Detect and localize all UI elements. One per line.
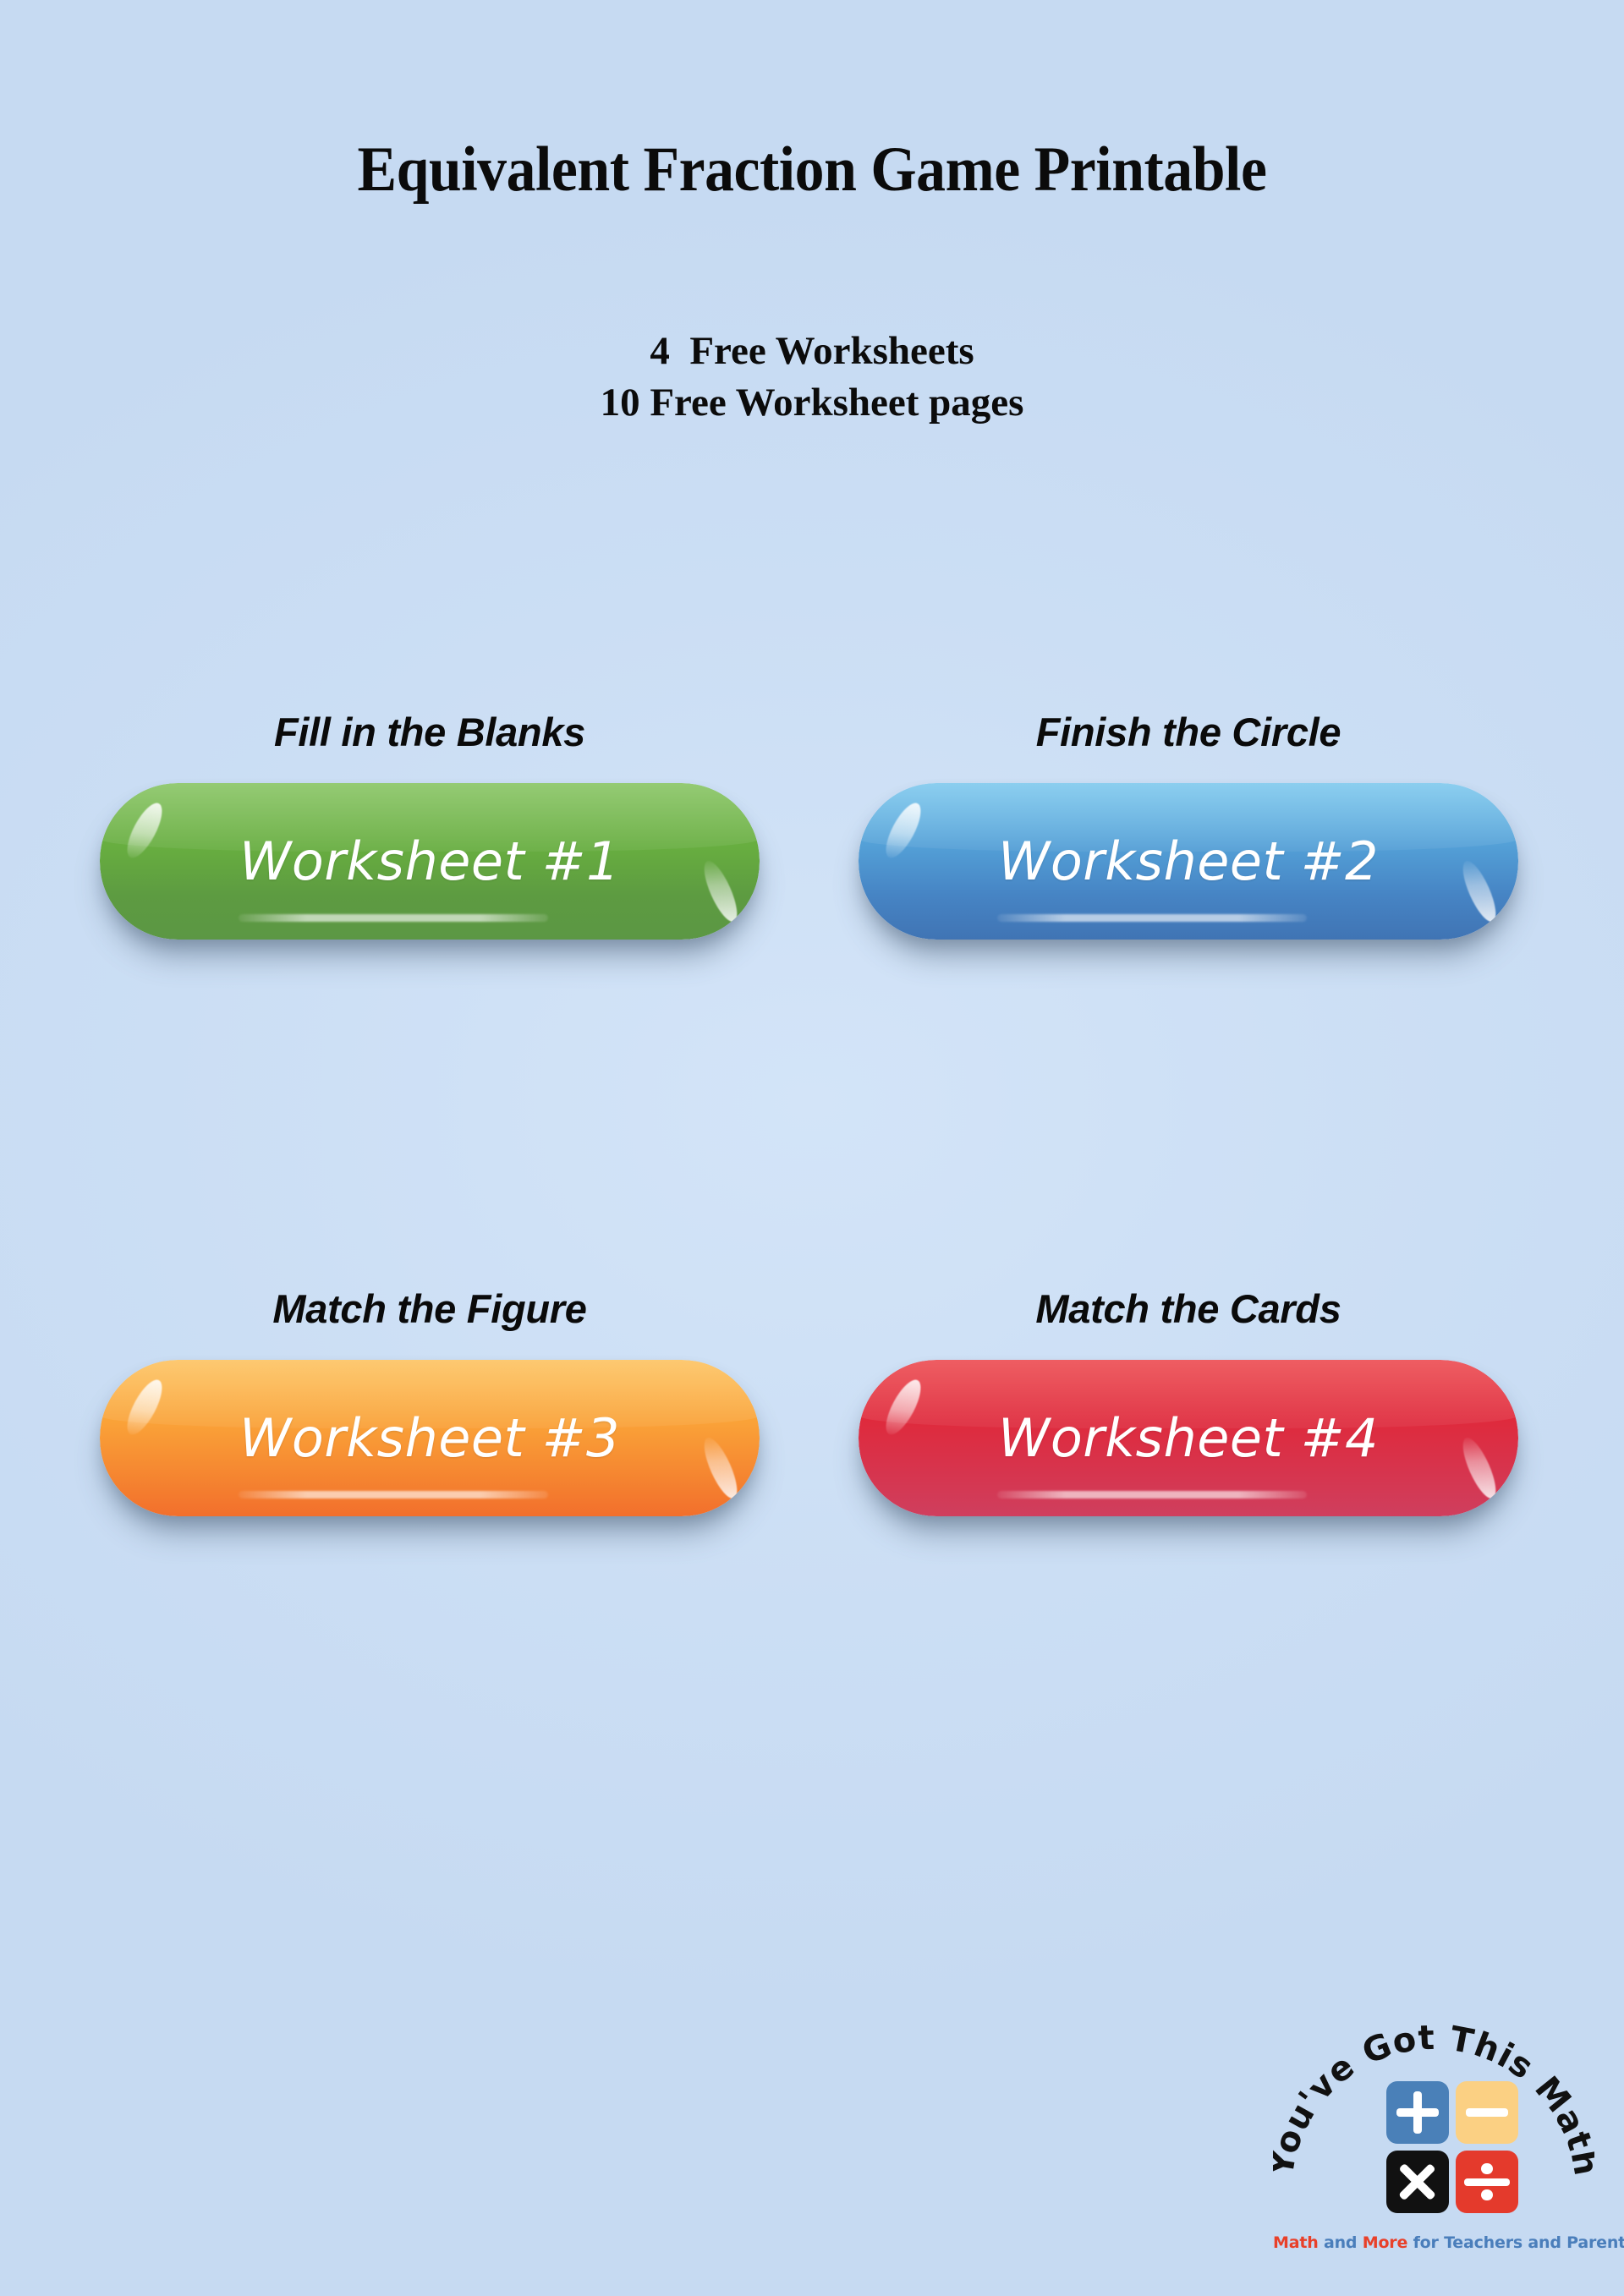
worksheet-button-label-4: Worksheet #4 <box>998 1407 1379 1469</box>
worksheet-heading-4: Match the Cards <box>1035 1286 1341 1331</box>
subtitle-line-pages: 10 Free Worksheet pages <box>600 381 1024 425</box>
tagline-part-and: and <box>1318 2233 1363 2252</box>
worksheet-button-2[interactable]: Worksheet #2 <box>859 783 1518 940</box>
worksheet-button-label-1: Worksheet #1 <box>239 830 620 892</box>
logo-operator-tiles <box>1386 2081 1518 2213</box>
brand-logo: You've Got This Math Math and More fo <box>1273 1983 1624 2262</box>
divide-icon-dot-top <box>1481 2162 1493 2175</box>
worksheet-button-4[interactable]: Worksheet #4 <box>859 1360 1518 1516</box>
minus-icon-bar <box>1465 2107 1509 2118</box>
divide-icon <box>1456 2151 1518 2213</box>
tagline-part-more: More <box>1362 2233 1408 2252</box>
tagline-part-for-teachers: for Teachers and Parents <box>1407 2233 1624 2252</box>
divide-icon-dot-bottom <box>1481 2189 1493 2201</box>
subtitle-block: 4 Free Worksheets 10 Free Worksheet page… <box>0 326 1624 429</box>
printable-page: Equivalent Fraction Game Printable 4 Fre… <box>0 0 1624 2296</box>
worksheet-button-label-2: Worksheet #2 <box>998 830 1379 892</box>
subtitle-line-worksheets: 4 Free Worksheets <box>650 329 974 373</box>
worksheet-heading-2: Finish the Circle <box>1035 710 1341 754</box>
worksheet-button-1[interactable]: Worksheet #1 <box>100 783 760 940</box>
worksheet-button-label-3: Worksheet #3 <box>239 1407 620 1469</box>
worksheet-card-3: Match the Figure Worksheet #3 <box>100 1285 760 1516</box>
worksheet-card-2: Finish the Circle Worksheet #2 <box>859 709 1518 940</box>
plus-icon-bar-vertical <box>1413 2091 1423 2134</box>
tagline-part-math: Math <box>1273 2233 1319 2252</box>
worksheet-heading-1: Fill in the Blanks <box>273 710 586 754</box>
worksheet-card-1: Fill in the Blanks Worksheet #1 <box>100 709 760 940</box>
worksheet-button-3[interactable]: Worksheet #3 <box>100 1360 760 1516</box>
divide-icon-bar <box>1464 2178 1510 2187</box>
worksheet-card-4: Match the Cards Worksheet #4 <box>859 1285 1518 1516</box>
logo-tagline: Math and More for Teachers and Parents <box>1273 2233 1624 2252</box>
page-title: Equivalent Fraction Game Printable <box>357 134 1267 205</box>
worksheet-heading-3: Match the Figure <box>272 1286 587 1331</box>
multiply-icon <box>1386 2151 1449 2213</box>
minus-icon <box>1456 2081 1518 2144</box>
plus-icon <box>1386 2081 1449 2144</box>
